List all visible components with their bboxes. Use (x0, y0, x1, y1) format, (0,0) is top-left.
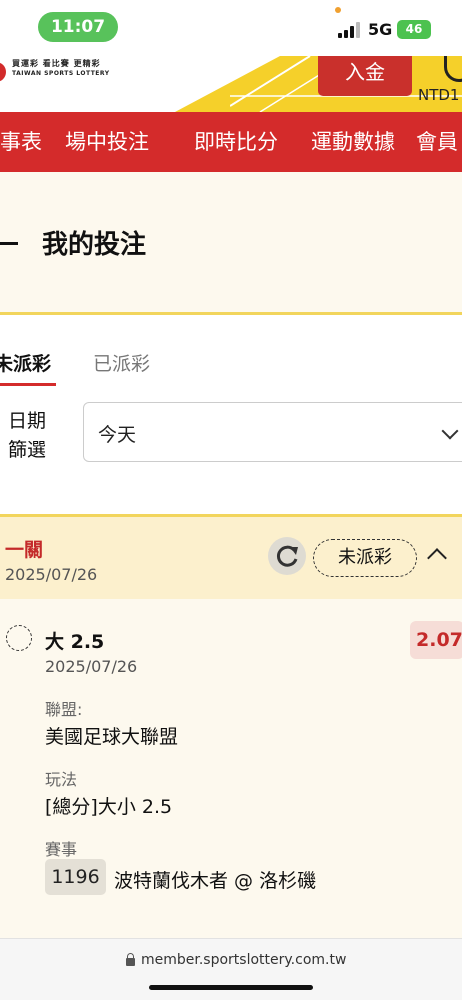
page-title: 我的投注 (42, 230, 147, 260)
deposit-button[interactable]: 入金 (318, 56, 412, 96)
odds-badge: 2.07 (410, 621, 462, 659)
bet-selection: 大 2.5 (45, 631, 105, 653)
battery-level: 46 (405, 22, 423, 36)
bets-filter-area: 未派彩 已派彩 日期篩選 今天 (0, 315, 462, 515)
status-badge: 未派彩 (313, 539, 417, 577)
status-bar: 11:07 5G 46 (0, 0, 462, 56)
page-title-area: 我的投注 (0, 172, 462, 314)
nav-item-sports-data[interactable]: 運動數據 (311, 112, 395, 172)
privacy-indicator (335, 7, 341, 13)
network-label: 5G (368, 20, 393, 39)
bet-type: 一關 (5, 539, 44, 561)
lock-icon (126, 953, 135, 966)
home-indicator[interactable] (149, 985, 313, 990)
refresh-icon (276, 545, 298, 567)
logo-slogan[interactable]: 買運彩 看比賽 更精彩 (12, 58, 101, 69)
site-header: 買運彩 看比賽 更精彩 TAIWAN SPORTS LOTTERY 入金 NTD… (0, 56, 462, 112)
selection-status-icon (6, 625, 32, 651)
nav-item-member[interactable]: 會員 (416, 112, 458, 172)
tab-active-indicator (0, 383, 56, 386)
bet-card-header[interactable]: 一關 2025/07/26 未派彩 (0, 517, 462, 599)
main-nav: 賽事表 場中投注 即時比分 運動數據 會員 (0, 112, 462, 172)
battery-icon: 46 (397, 20, 431, 39)
selection-date: 2025/07/26 (45, 657, 138, 676)
browser-url-bar[interactable]: member.sportslottery.com.tw (0, 938, 462, 1000)
logo-english[interactable]: TAIWAN SPORTS LOTTERY (12, 70, 110, 77)
event-label: 賽事 (45, 840, 78, 859)
title-dash (0, 242, 18, 245)
event-id-badge: 1196 (45, 859, 106, 895)
market-label: 玩法 (45, 770, 78, 789)
date-filter-label: 日期篩選 (8, 410, 47, 461)
chevron-up-icon[interactable] (427, 548, 447, 568)
league-value: 美國足球大聯盟 (45, 726, 179, 748)
nav-item-live-scores[interactable]: 即時比分 (194, 112, 278, 172)
nav-item-schedule[interactable]: 賽事表 (0, 112, 42, 172)
date-filter-value: 今天 (98, 424, 137, 446)
league-label: 聯盟: (45, 700, 83, 719)
nav-item-live-betting[interactable]: 場中投注 (65, 112, 149, 172)
tab-unsettled[interactable]: 未派彩 (0, 349, 51, 376)
market-value: [總分]大小 2.5 (45, 796, 173, 818)
event-name: 波特蘭伐木者 @ 洛杉磯 (114, 870, 317, 892)
date-filter-select[interactable]: 今天 (83, 402, 462, 462)
bet-date: 2025/07/26 (5, 565, 98, 584)
url-text[interactable]: member.sportslottery.com.tw (141, 952, 346, 968)
status-time: 11:07 (38, 12, 118, 42)
chevron-down-icon (441, 422, 459, 440)
tab-settled[interactable]: 已派彩 (93, 349, 150, 376)
bet-card-body: 大 2.5 2.07 2025/07/26 聯盟: 美國足球大聯盟 玩法 [總分… (0, 599, 462, 939)
balance-label[interactable]: NTD1 (418, 86, 459, 104)
refresh-button[interactable] (268, 537, 306, 575)
signal-icon (338, 22, 360, 38)
logo-icon[interactable] (0, 62, 6, 82)
